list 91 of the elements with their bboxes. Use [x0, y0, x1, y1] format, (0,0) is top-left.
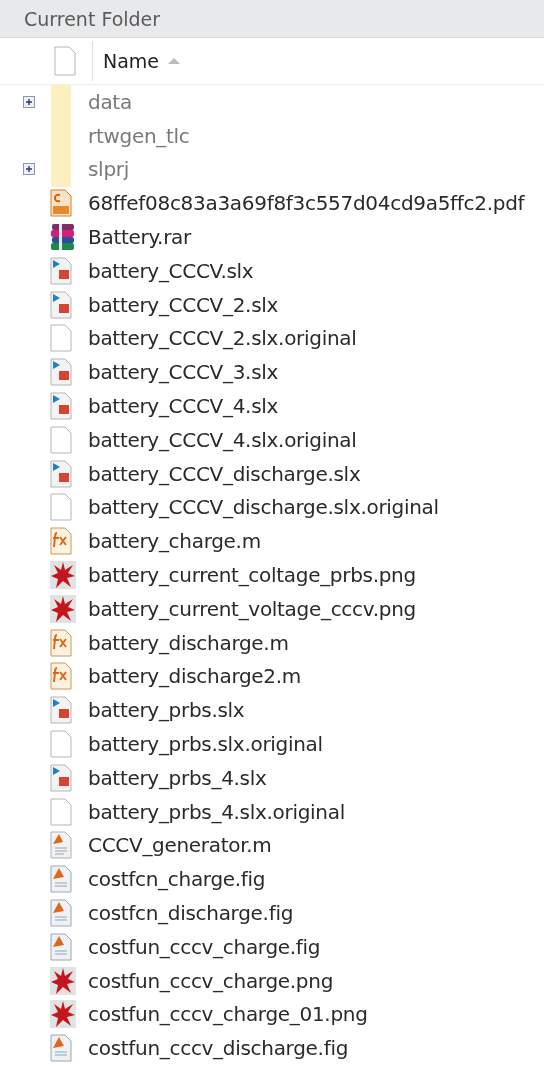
file-name: battery_CCCV_2.slx.original [88, 326, 357, 351]
file-name: battery_CCCV_3.slx [88, 360, 279, 385]
file-name: battery_prbs.slx [88, 698, 245, 723]
file-row[interactable]: slprj [0, 152, 544, 187]
file-row[interactable]: battery_discharge.m [0, 625, 544, 660]
file-name: battery_CCCV_2.slx [88, 292, 279, 317]
file-row[interactable]: data [0, 85, 544, 119]
file-name: costfun_cccv_discharge.fig [88, 1036, 349, 1061]
file-name: costfun_cccv_charge.png [88, 968, 334, 993]
file-row[interactable]: battery_current_voltage_cccv.png [0, 591, 544, 626]
file-name: costfun_cccv_charge.fig [88, 934, 321, 959]
file-name: battery_prbs_4.slx [88, 765, 267, 790]
file-row[interactable]: battery_current_coltage_prbs.png [0, 558, 544, 592]
splash-icon [50, 1000, 76, 1029]
model-file-icon [50, 696, 72, 725]
panel-title: Current Folder [24, 7, 161, 30]
file-name: battery_current_voltage_cccv.png [88, 596, 416, 621]
function-file-icon [50, 662, 72, 691]
model-file-icon [50, 256, 72, 285]
file-name: costfcn_charge.fig [88, 867, 266, 892]
file-row[interactable]: battery_CCCV_4.slx [0, 389, 544, 423]
file-row[interactable]: battery_charge.m [0, 524, 544, 559]
splash-icon [50, 561, 76, 590]
file-name: battery_prbs.slx.original [88, 732, 323, 757]
file-name: data [88, 89, 132, 114]
file-name: costfcn_discharge.fig [88, 901, 294, 925]
file-row[interactable]: battery_CCCV_4.slx.original [0, 422, 544, 457]
file-row[interactable]: costfcn_charge.fig [0, 862, 544, 897]
file-row[interactable]: costfcn_discharge.fig [0, 896, 544, 930]
file-name: battery_prbs_4.slx.original [88, 799, 345, 824]
model-file-icon [50, 358, 72, 387]
file-row[interactable]: battery_CCCV.slx [0, 254, 544, 288]
function-file-icon [50, 628, 72, 657]
file-name: battery_CCCV_4.slx [88, 394, 279, 419]
file-row[interactable]: battery_prbs.slx.original [0, 727, 544, 761]
file-name: battery_CCCV_discharge.slx.original [88, 495, 439, 520]
figure-file-icon [50, 1034, 72, 1063]
file-row[interactable]: rtwgen_tlc [0, 118, 544, 153]
folder-icon [50, 152, 72, 187]
file-row[interactable]: 68ffef08c83a3a69f8f3c557d04cd9a5ffc2.pdf [0, 186, 544, 221]
file-row[interactable]: battery_CCCV_discharge.slx.original [0, 490, 544, 525]
splash-icon [50, 594, 76, 623]
file-row[interactable]: battery_prbs.slx [0, 693, 544, 728]
file-name: battery_CCCV.slx [88, 258, 254, 283]
splash-icon [50, 966, 76, 995]
model-file-icon [50, 459, 72, 488]
file-name: battery_CCCV_discharge.slx [88, 461, 361, 486]
folder-icon [50, 84, 72, 119]
books-icon [50, 223, 76, 252]
file-icon [50, 730, 72, 759]
script-file-icon [50, 831, 72, 860]
file-icon [54, 46, 76, 76]
file-icon [50, 493, 72, 522]
file-icon [50, 425, 72, 454]
file-name: battery_CCCV_4.slx.original [88, 427, 357, 452]
file-name: battery_discharge.m [88, 630, 289, 655]
file-row[interactable]: costfun_cccv_charge.fig [0, 929, 544, 964]
model-file-icon [50, 290, 72, 319]
file-name: battery_discharge2.m [88, 664, 302, 689]
file-name: rtwgen_tlc [88, 123, 190, 148]
file-row[interactable]: costfun_cccv_discharge.fig [0, 1031, 544, 1066]
figure-file-icon [50, 932, 72, 961]
file-name: slprj [88, 157, 129, 182]
file-row[interactable]: Battery.rar [0, 220, 544, 254]
expand-icon[interactable] [23, 95, 35, 108]
file-row[interactable]: battery_discharge2.m [0, 659, 544, 694]
file-name: battery_charge.m [88, 529, 261, 554]
file-row[interactable]: battery_CCCV_2.slx [0, 287, 544, 322]
file-icon [50, 324, 72, 353]
file-row[interactable]: CCCV_generator.m [0, 828, 544, 863]
name-column-header[interactable]: Name [93, 50, 182, 72]
file-name: battery_current_coltage_prbs.png [88, 563, 416, 588]
file-icon [50, 797, 72, 826]
file-row[interactable]: battery_CCCV_3.slx [0, 355, 544, 390]
figure-file-icon [50, 865, 72, 894]
file-row[interactable]: battery_CCCV_2.slx.original [0, 321, 544, 356]
file-row[interactable]: battery_CCCV_discharge.slx [0, 456, 544, 491]
file-row[interactable]: costfun_cccv_charge.png [0, 963, 544, 998]
file-name: CCCV_generator.m [88, 833, 272, 858]
file-row[interactable]: battery_prbs_4.slx [0, 760, 544, 795]
figure-file-icon [50, 899, 72, 928]
file-name: Battery.rar [88, 225, 191, 250]
expand-icon[interactable] [23, 163, 35, 176]
model-file-icon [50, 392, 72, 421]
file-row[interactable]: costfun_cccv_charge_01.png [0, 997, 544, 1032]
model-file-icon [50, 763, 72, 792]
file-row[interactable]: battery_prbs_4.slx.original [0, 794, 544, 829]
document-icon [50, 189, 72, 218]
file-name: 68ffef08c83a3a69f8f3c557d04cd9a5ffc2.pdf [88, 191, 525, 216]
function-file-icon [50, 527, 72, 556]
file-name: costfun_cccv_charge_01.png [88, 1002, 368, 1027]
